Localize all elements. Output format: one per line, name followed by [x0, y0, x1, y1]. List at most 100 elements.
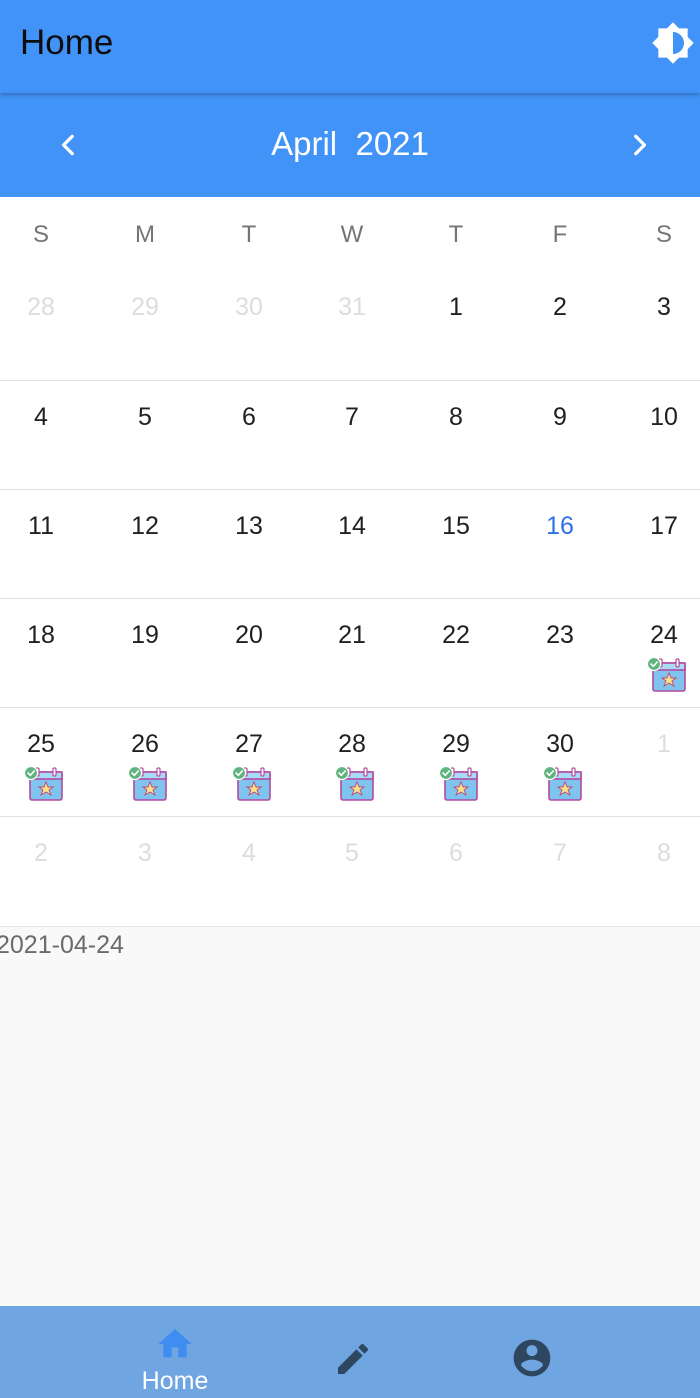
day-number: 4: [34, 403, 48, 431]
day-cell[interactable]: 24: [614, 599, 700, 708]
day-cell[interactable]: 13: [199, 490, 299, 599]
day-cell[interactable]: 31: [302, 271, 402, 380]
week-row: 18 19 20 21 22 23 24: [0, 598, 700, 708]
home-icon: [158, 1329, 192, 1358]
weekday-label: F: [552, 221, 568, 248]
theme-toggle-button[interactable]: [648, 18, 698, 68]
day-number: 20: [235, 621, 263, 649]
day-number: 9: [553, 403, 567, 431]
day-cell[interactable]: 6: [199, 381, 299, 490]
calendar-grid: SMTWTFS 28 29 30 31 1 2 3 4 5 6 7 8 9 10 11 12 13 14 15 16 1…: [0, 197, 700, 927]
day-cell[interactable]: 14: [302, 490, 402, 599]
bottom-navigation: Home: [0, 1306, 700, 1398]
day-cell[interactable]: 26: [95, 708, 195, 817]
day-cell[interactable]: 2: [0, 817, 91, 926]
day-number: 15: [442, 512, 470, 540]
day-number: 1: [657, 730, 671, 758]
day-number: 2: [553, 293, 567, 321]
day-cell[interactable]: 7: [510, 817, 610, 926]
day-number: 2: [34, 839, 48, 867]
day-number: 8: [657, 839, 671, 867]
brightness-icon: [652, 22, 694, 64]
selected-date-label: 2021-04-24: [0, 931, 124, 959]
day-number: 12: [131, 512, 159, 540]
day-number: 26: [131, 730, 159, 758]
day-number: 6: [449, 839, 463, 867]
day-number: 30: [546, 730, 574, 758]
weekday-label: T: [448, 221, 464, 248]
day-cell[interactable]: 17: [614, 490, 700, 599]
day-number: 14: [338, 512, 366, 540]
day-cell[interactable]: 1: [406, 271, 506, 380]
day-number: 29: [442, 730, 470, 758]
page-title: Home: [20, 23, 114, 62]
day-cell[interactable]: 5: [95, 381, 195, 490]
day-cell[interactable]: 11: [0, 490, 91, 599]
day-number: 6: [242, 403, 256, 431]
day-cell[interactable]: 15: [406, 490, 506, 599]
day-cell[interactable]: 25: [0, 708, 91, 817]
day-cell[interactable]: 3: [95, 817, 195, 926]
day-number: 19: [131, 621, 159, 649]
week-row: 25 26 27 28 29 30 1: [0, 707, 700, 817]
day-number: 31: [338, 293, 366, 321]
day-number: 18: [27, 621, 55, 649]
weekday-label: S: [655, 221, 672, 248]
day-number: 1: [449, 293, 463, 321]
week-row: 4 5 6 7 8 9 10: [0, 380, 700, 490]
day-cell[interactable]: 30: [510, 708, 610, 817]
day-cell[interactable]: 8: [614, 817, 700, 926]
app-bar: Home: [0, 0, 700, 93]
day-cell[interactable]: 28: [302, 708, 402, 817]
calendar-event-check-icon: [646, 656, 687, 693]
day-cell[interactable]: 7: [302, 381, 402, 490]
nav-item-home[interactable]: Home: [105, 1306, 245, 1398]
week-row: 28 29 30 31 1 2 3: [0, 271, 700, 380]
day-cell[interactable]: 20: [199, 599, 299, 708]
day-number: 4: [242, 839, 256, 867]
day-cell[interactable]: 5: [302, 817, 402, 926]
nav-item-edit[interactable]: [283, 1306, 423, 1398]
day-cell[interactable]: 29: [95, 271, 195, 380]
day-number: 3: [138, 839, 152, 867]
week-row: 2 3 4 5 6 7 8: [0, 816, 700, 926]
day-cell[interactable]: 16: [510, 490, 610, 599]
day-cell[interactable]: 28: [0, 271, 91, 380]
day-number: 27: [235, 730, 263, 758]
day-cell[interactable]: 12: [95, 490, 195, 599]
day-number: 8: [449, 403, 463, 431]
nav-item-profile[interactable]: [462, 1306, 602, 1398]
calendar-header: April 2021: [0, 93, 700, 197]
day-cell[interactable]: 19: [95, 599, 195, 708]
nav-item-home-label: Home: [141, 1367, 209, 1395]
day-cell[interactable]: 2: [510, 271, 610, 380]
calendar-event-check-icon: [23, 765, 64, 802]
next-month-button[interactable]: [614, 119, 664, 171]
day-number: 13: [235, 512, 263, 540]
day-cell[interactable]: 29: [406, 708, 506, 817]
day-cell[interactable]: 10: [614, 381, 700, 490]
weekday-header-row: SMTWTFS: [0, 217, 700, 253]
calendar-event-check-icon: [542, 765, 583, 802]
day-cell[interactable]: 8: [406, 381, 506, 490]
day-cell[interactable]: 21: [302, 599, 402, 708]
day-cell[interactable]: 3: [614, 271, 700, 380]
day-number: 25: [27, 730, 55, 758]
calendar-event-check-icon: [231, 765, 272, 802]
day-number: 22: [442, 621, 470, 649]
day-cell[interactable]: 22: [406, 599, 506, 708]
day-cell[interactable]: 30: [199, 271, 299, 380]
weekday-label: T: [241, 221, 257, 248]
chevron-right-icon: [634, 134, 647, 156]
day-cell[interactable]: 1: [614, 708, 700, 817]
day-cell[interactable]: 4: [199, 817, 299, 926]
account-circle-icon: [513, 1339, 551, 1377]
day-cell[interactable]: 27: [199, 708, 299, 817]
day-cell[interactable]: 23: [510, 599, 610, 708]
pencil-icon: [338, 1343, 369, 1374]
day-cell[interactable]: 4: [0, 381, 91, 490]
day-cell[interactable]: 18: [0, 599, 91, 708]
day-number: 24: [650, 621, 678, 649]
day-cell[interactable]: 6: [406, 817, 506, 926]
day-cell[interactable]: 9: [510, 381, 610, 490]
